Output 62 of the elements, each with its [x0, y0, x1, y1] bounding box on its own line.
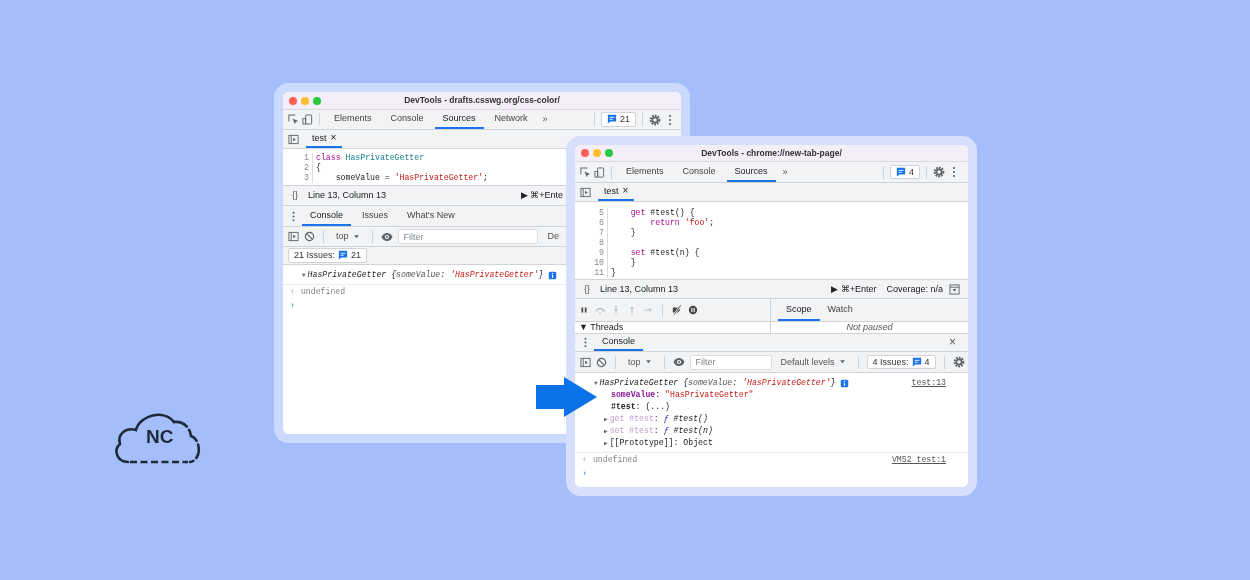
- drawer-tab[interactable]: Issues: [354, 206, 397, 226]
- paused-status: Not paused: [846, 322, 893, 332]
- prompt-caret[interactable]: ›: [290, 301, 295, 311]
- object-property: #test: (...): [611, 402, 670, 412]
- levels-dropdown[interactable]: Default levels: [776, 356, 850, 368]
- line-number: 1: [283, 153, 313, 163]
- run-shortcut: ▶ ⌘+Enter: [831, 283, 877, 295]
- code-line: set #test(n) {: [629, 248, 700, 258]
- code-line: class HasPrivateGetter: [315, 153, 425, 163]
- code-line: }: [610, 268, 616, 278]
- object-property: someValue: "HasPrivateGetter": [611, 390, 754, 400]
- more-tabs-button[interactable]: »: [538, 114, 552, 125]
- close-button[interactable]: ×: [945, 335, 960, 350]
- code-line: }: [629, 228, 636, 238]
- line-number: 9: [575, 248, 608, 258]
- filter-field[interactable]: Filter: [397, 229, 539, 244]
- cursor-position: Line 13, Column 13: [308, 190, 387, 201]
- line-number: 11: [575, 268, 608, 278]
- code-line: return 'foo';: [649, 218, 715, 228]
- line-number: 2: [283, 163, 313, 173]
- run-shortcut: ▶ ⌘+Ente: [520, 190, 563, 201]
- code-line: someValue = 'HasPrivateGetter';: [334, 173, 488, 183]
- panel-tab[interactable]: Console: [382, 110, 432, 129]
- console-result: ‹ undefined: [582, 455, 638, 465]
- source-link[interactable]: VM52 test:1: [891, 455, 946, 465]
- line-number: 8: [575, 238, 608, 248]
- line-number: 10: [575, 258, 608, 268]
- code-line: get #test() {: [629, 208, 695, 218]
- close-button[interactable]: ×: [622, 185, 629, 197]
- code-line: {: [315, 163, 321, 173]
- context-select[interactable]: top: [332, 231, 364, 242]
- drawer-tab[interactable]: What's New: [399, 206, 463, 226]
- format-button[interactable]: {}: [288, 190, 302, 201]
- sidebar-tab[interactable]: Watch: [819, 299, 861, 321]
- issues-badge[interactable]: 4: [890, 164, 920, 180]
- panel-tab[interactable]: Elements: [618, 162, 672, 182]
- line-number: 6: [575, 218, 608, 228]
- format-button[interactable]: {}: [580, 283, 594, 295]
- levels-dropdown[interactable]: De: [543, 231, 563, 242]
- context-select[interactable]: top: [624, 356, 656, 368]
- panel-tab[interactable]: Elements: [326, 110, 380, 129]
- window-title: DevTools - chrome://new-tab-page/: [700, 147, 843, 159]
- filter-field[interactable]: Filter: [689, 354, 772, 370]
- issues-button[interactable]: 21 Issues: 21: [288, 248, 368, 263]
- source-link[interactable]: test:13: [911, 378, 946, 388]
- threads-section[interactable]: ▼ Threads: [579, 322, 624, 332]
- issues-button[interactable]: 4 Issues: 4: [866, 354, 936, 370]
- line-number: 3: [283, 173, 313, 183]
- coverage-label: Coverage: n/a: [886, 283, 943, 295]
- prompt-caret[interactable]: ›: [582, 469, 587, 479]
- code-line: }: [629, 258, 636, 268]
- panel-tab[interactable]: Console: [674, 162, 724, 182]
- issues-badge[interactable]: 21: [601, 112, 636, 127]
- cursor-position: Line 13, Column 13: [600, 283, 679, 295]
- window-title: DevTools - drafts.csswg.org/css-color/: [403, 95, 561, 106]
- logo-text: NC: [146, 427, 174, 446]
- close-button[interactable]: ×: [330, 132, 337, 144]
- more-tabs-button[interactable]: »: [778, 166, 792, 178]
- line-number: 7: [575, 228, 608, 238]
- console-result: ‹ undefined: [290, 287, 346, 297]
- line-number: 5: [575, 208, 608, 218]
- panel-tab[interactable]: Network: [486, 110, 536, 129]
